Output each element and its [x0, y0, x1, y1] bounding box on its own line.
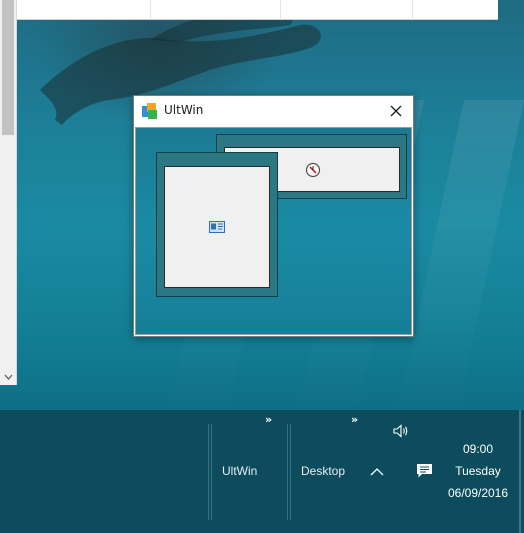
window-titlebar[interactable]: UltWin: [134, 96, 413, 126]
vertical-scrollbar[interactable]: [0, 0, 17, 385]
column-divider: [412, 0, 413, 20]
tall-panel-frame[interactable]: [156, 152, 278, 297]
action-center-notification-icon[interactable]: [416, 463, 433, 479]
taskbar-button-desktop[interactable]: Desktop: [301, 464, 345, 478]
column-divider: [150, 0, 151, 20]
taskbar-button-ultwin[interactable]: UltWin: [222, 464, 257, 478]
contact-card-icon: [209, 221, 225, 233]
toolbar-overflow-chevron-icon[interactable]: »: [351, 413, 358, 426]
show-desktop-edge[interactable]: [519, 410, 521, 533]
toolbar-overflow-chevron-icon[interactable]: »: [265, 413, 272, 426]
show-hidden-icons-chevron-up-icon[interactable]: [370, 467, 384, 476]
compass-icon: [305, 162, 321, 178]
window-title: UltWin: [164, 103, 204, 117]
clock-date[interactable]: 06/09/2016: [438, 486, 518, 500]
taskbar-separator: [208, 424, 209, 520]
close-icon: [390, 105, 402, 117]
clock-time[interactable]: 09:00: [438, 442, 518, 456]
volume-icon[interactable]: [393, 424, 411, 438]
taskbar: » » UltWin Desktop 09:00 Tuesday 06/09/2…: [0, 410, 524, 533]
ultwin-window[interactable]: UltWin: [133, 95, 414, 337]
column-divider: [280, 0, 281, 20]
scroll-down-arrow-icon[interactable]: [0, 368, 17, 385]
scrollbar-thumb[interactable]: [2, 0, 14, 135]
window-client-area: [135, 127, 412, 335]
close-button[interactable]: [379, 96, 413, 126]
app-logo-icon: [142, 103, 158, 119]
clock-day[interactable]: Tuesday: [438, 464, 518, 478]
tall-panel-face[interactable]: [164, 166, 270, 288]
taskbar-separator: [287, 424, 288, 520]
taskbar-separator: [211, 424, 212, 520]
background-window-header: [0, 0, 498, 20]
taskbar-separator: [290, 424, 291, 520]
